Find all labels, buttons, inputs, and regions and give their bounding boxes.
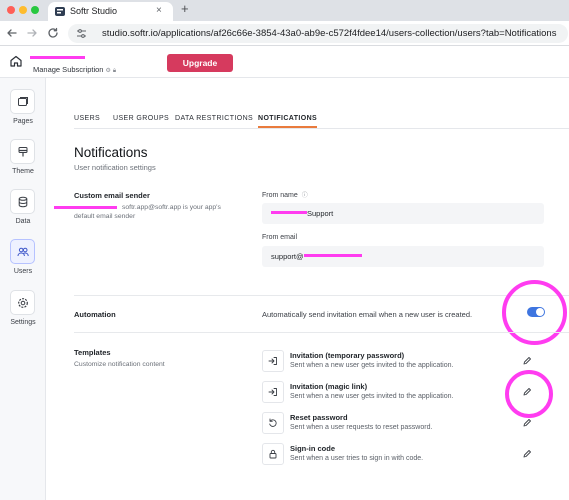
app-name-redaction [30, 56, 85, 59]
softr-favicon-icon [55, 7, 65, 16]
sidebar-icon-box [10, 290, 35, 315]
lock-small-icon: 🔒︎ [112, 68, 117, 74]
url-text[interactable]: studio.softr.io/applications/af26c66e-38… [102, 28, 556, 39]
from-name-label-text: From name [262, 192, 298, 199]
new-tab-button[interactable]: + [181, 1, 189, 16]
browser-tab-bar: Softr Studio × + [0, 0, 569, 21]
template-title: Invitation (magic link) [290, 382, 368, 391]
browser-tab[interactable]: Softr Studio × [48, 2, 173, 21]
lock-icon [269, 449, 277, 459]
reload-icon[interactable] [46, 26, 60, 40]
sender-description-line2: default email sender [74, 213, 136, 220]
address-bar[interactable]: studio.softr.io/applications/af26c66e-38… [68, 24, 568, 43]
database-icon [18, 196, 28, 208]
from-email-value: support@ [271, 252, 304, 261]
sidebar-item-label: Settings [10, 319, 36, 326]
sidebar: Pages Theme Data Users Settings [0, 78, 46, 500]
login-arrow-icon [268, 357, 277, 365]
sender-label: Custom email sender [74, 191, 150, 200]
template-row[interactable]: Sign-in code Sent when a user tries to s… [262, 443, 552, 467]
sidebar-item-pages[interactable]: Pages [0, 89, 46, 135]
home-icon[interactable] [9, 54, 23, 68]
template-description: Sent when a user requests to reset passw… [290, 424, 433, 431]
templates-label: Templates [74, 348, 111, 357]
browser-nav-bar: studio.softr.io/applications/af26c66e-38… [0, 21, 569, 46]
tab-users[interactable]: USERS [74, 115, 100, 122]
template-row[interactable]: Invitation (temporary password) Sent whe… [262, 350, 552, 374]
page-subtitle: User notification settings [74, 163, 156, 172]
section-divider [74, 332, 569, 333]
from-email-input[interactable]: support@ [262, 246, 544, 267]
template-icon-box [262, 412, 284, 434]
template-title: Reset password [290, 413, 348, 422]
from-email-redaction [303, 254, 362, 257]
sidebar-icon-box [10, 189, 35, 214]
sender-email-redaction [54, 206, 117, 209]
sidebar-item-label: Pages [13, 118, 33, 125]
section-divider [74, 295, 569, 296]
pencil-icon[interactable] [522, 418, 532, 428]
theme-icon [18, 147, 28, 157]
manage-subscription-label: Manage Subscription [33, 65, 104, 74]
tab-user-groups[interactable]: USER GROUPS [113, 115, 169, 122]
template-description: Sent when a user tries to sign in with c… [290, 455, 424, 462]
settings-icon [18, 298, 28, 308]
templates-description: Customize notification content [74, 361, 165, 368]
tab-notifications[interactable]: NOTIFICATIONS [258, 115, 318, 128]
close-window-button[interactable] [7, 6, 15, 14]
template-icon-box [262, 350, 284, 372]
template-title: Sign-in code [290, 444, 335, 453]
sidebar-item-label: Users [13, 268, 33, 275]
back-arrow-icon[interactable] [5, 26, 19, 40]
sidebar-item-users[interactable]: Users [0, 239, 46, 285]
template-icon-box [262, 443, 284, 465]
highlight-circle-edit [505, 370, 553, 418]
pages-icon [18, 97, 28, 106]
users-icon [17, 247, 29, 257]
app-header: Manage Subscription ⚙ 🔒︎ Upgrade [0, 47, 569, 78]
sidebar-icon-box [10, 89, 35, 114]
sender-description-line1: softr.app@softr.app is your app's [122, 204, 221, 211]
template-icon-box [262, 381, 284, 403]
site-info-icon[interactable] [76, 28, 87, 39]
sidebar-icon-box [10, 139, 35, 164]
template-description: Sent when a new user gets invited to the… [290, 393, 454, 400]
upgrade-button[interactable]: Upgrade [167, 54, 233, 72]
from-name-value: Support [307, 209, 334, 218]
login-arrow-icon [268, 388, 277, 396]
sidebar-item-theme[interactable]: Theme [0, 139, 46, 185]
automation-description: Automatically send invitation email when… [262, 310, 473, 319]
page-title: Notifications [74, 145, 148, 160]
pencil-icon[interactable] [522, 449, 532, 459]
forward-arrow-icon[interactable] [25, 26, 39, 40]
sidebar-item-data[interactable]: Data [0, 189, 46, 235]
tab-bar: USERS USER GROUPS DATA RESTRICTIONS NOTI… [74, 112, 569, 129]
settings-small-icon: ⚙ [105, 68, 111, 74]
close-tab-icon[interactable]: × [156, 5, 162, 16]
tab-title: Softr Studio [70, 6, 118, 16]
main-content: USERS USER GROUPS DATA RESTRICTIONS NOTI… [47, 78, 569, 500]
sidebar-item-settings[interactable]: Settings [0, 290, 46, 336]
highlight-circle-toggle [502, 280, 567, 345]
tab-data-restrictions[interactable]: DATA RESTRICTIONS [175, 115, 253, 122]
sidebar-item-label: Data [15, 218, 31, 225]
from-name-input[interactable]: Support [262, 203, 544, 224]
reset-icon [269, 418, 277, 427]
pencil-icon[interactable] [522, 356, 532, 366]
template-title: Invitation (temporary password) [290, 351, 405, 360]
from-name-redaction [271, 211, 307, 214]
automation-label: Automation [74, 310, 116, 319]
manage-subscription-link[interactable]: Manage Subscription ⚙ 🔒︎ [33, 65, 116, 75]
sidebar-icon-box [10, 239, 35, 264]
template-description: Sent when a new user gets invited to the… [290, 362, 454, 369]
template-row[interactable]: Reset password Sent when a user requests… [262, 412, 552, 436]
info-icon: ⓘ [301, 193, 308, 199]
maximize-window-button[interactable] [31, 6, 39, 14]
from-email-label: From email [262, 234, 298, 241]
minimize-window-button[interactable] [19, 6, 27, 14]
sidebar-item-label: Theme [12, 168, 34, 175]
from-name-label: From name ⓘ [262, 190, 308, 199]
